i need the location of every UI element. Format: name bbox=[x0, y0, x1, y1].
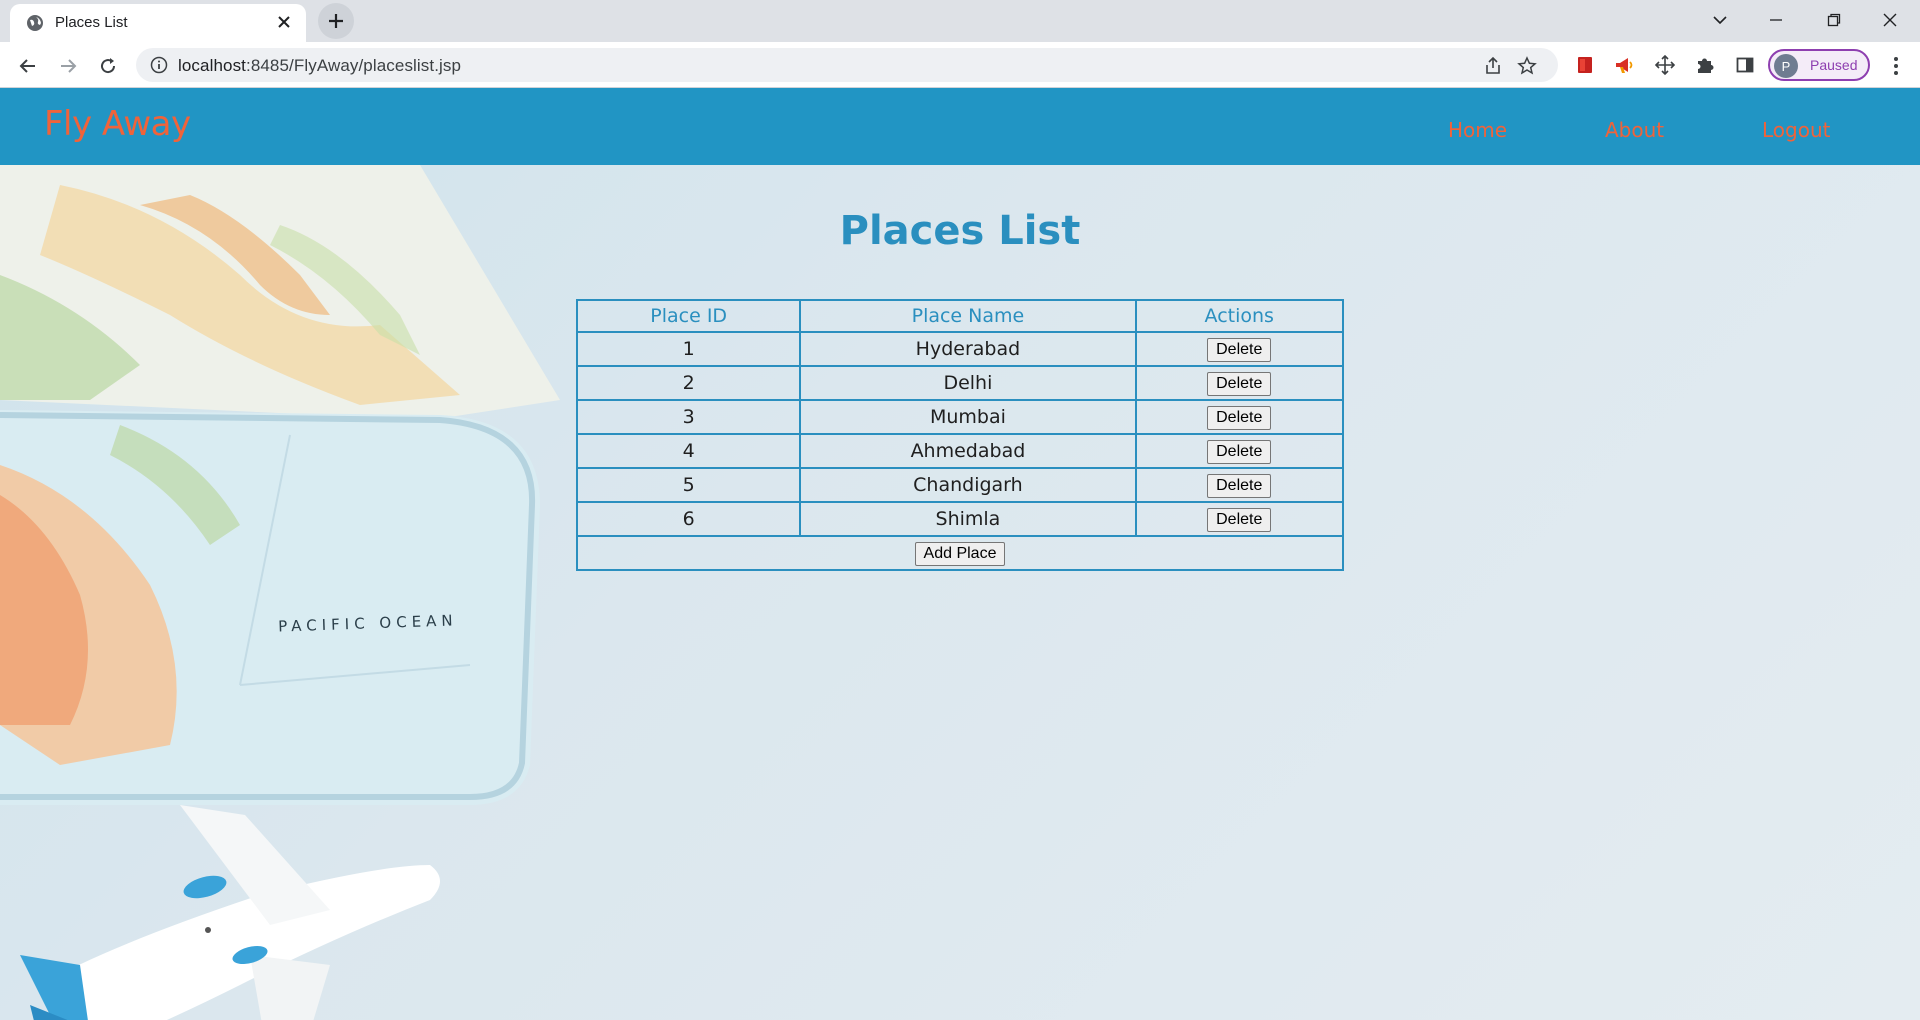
nav-home-link[interactable]: Home bbox=[1448, 118, 1507, 142]
share-button[interactable] bbox=[1482, 55, 1504, 77]
table-row: 1 Hyderabad Delete bbox=[575, 331, 1344, 367]
page-title: Places List bbox=[839, 208, 1081, 254]
new-tab-button[interactable] bbox=[318, 3, 354, 39]
arrow-left-icon bbox=[19, 59, 35, 73]
place-id-cell: 2 bbox=[575, 365, 802, 401]
column-header-place-name: Place Name bbox=[799, 299, 1137, 333]
place-id-cell: 4 bbox=[575, 433, 802, 469]
tab-title: Places List bbox=[55, 14, 128, 31]
actions-cell: Delete bbox=[1134, 501, 1344, 537]
column-header-actions: Actions bbox=[1134, 299, 1344, 333]
minimize-icon bbox=[1770, 19, 1782, 21]
actions-cell: Delete bbox=[1134, 399, 1344, 435]
actions-cell: Delete bbox=[1134, 331, 1344, 367]
address-bar[interactable]: localhost:8485/FlyAway/placeslist.jsp bbox=[136, 48, 1558, 82]
url-host: localhost bbox=[178, 56, 246, 75]
table-row: 4 Ahmedabad Delete bbox=[575, 433, 1344, 469]
places-table: Place ID Place Name Actions 1 Hyderabad … bbox=[575, 299, 1344, 571]
column-header-place-id: Place ID bbox=[575, 299, 802, 333]
place-id-cell: 3 bbox=[575, 399, 802, 435]
table-row: 5 Chandigarh Delete bbox=[575, 467, 1344, 503]
nav-about-link[interactable]: About bbox=[1605, 118, 1664, 142]
place-name-cell: Delhi bbox=[799, 365, 1137, 401]
site-header: Fly Away Home About Logout bbox=[0, 88, 1920, 165]
delete-button[interactable]: Delete bbox=[1207, 439, 1272, 464]
restore-icon bbox=[1827, 13, 1841, 27]
table-row: 6 Shimla Delete bbox=[575, 501, 1344, 537]
star-icon bbox=[1517, 56, 1537, 75]
close-tab-icon[interactable] bbox=[274, 12, 294, 32]
restore-button[interactable] bbox=[1806, 0, 1862, 40]
table-header-row: Place ID Place Name Actions bbox=[575, 299, 1344, 333]
table-footer-row: Add Place bbox=[576, 535, 1344, 571]
forward-button[interactable] bbox=[52, 50, 84, 82]
side-panel-button[interactable] bbox=[1734, 54, 1756, 76]
place-id-cell: 1 bbox=[575, 331, 802, 367]
extension-move-button[interactable] bbox=[1654, 54, 1676, 76]
delete-button[interactable]: Delete bbox=[1207, 371, 1272, 396]
url-path: :8485/FlyAway/placeslist.jsp bbox=[246, 56, 462, 75]
toy-airplane bbox=[20, 805, 440, 1020]
place-id-cell: 5 bbox=[575, 467, 802, 503]
bookmark-button[interactable] bbox=[1516, 55, 1538, 77]
place-name-cell: Hyderabad bbox=[799, 331, 1137, 367]
place-name-cell: Chandigarh bbox=[799, 467, 1137, 503]
reload-icon bbox=[101, 58, 116, 74]
puzzle-icon bbox=[1698, 58, 1714, 73]
browser-tabstrip: Places List bbox=[0, 0, 1920, 42]
info-icon[interactable] bbox=[150, 56, 168, 74]
reload-button[interactable] bbox=[92, 50, 124, 82]
move-icon bbox=[1654, 54, 1676, 76]
actions-cell: Delete bbox=[1134, 433, 1344, 469]
table-row: 3 Mumbai Delete bbox=[575, 399, 1344, 435]
url-text[interactable]: localhost:8485/FlyAway/placeslist.jsp bbox=[178, 56, 461, 76]
actions-cell: Delete bbox=[1134, 467, 1344, 503]
map-airplane-background-image: PACIFIC OCEAN bbox=[0, 165, 560, 1020]
delete-button[interactable]: Delete bbox=[1207, 405, 1272, 430]
minimize-button[interactable] bbox=[1748, 0, 1804, 40]
profile-button[interactable]: P Paused bbox=[1768, 49, 1870, 81]
extensions-button[interactable] bbox=[1694, 54, 1716, 76]
browser-toolbar: localhost:8485/FlyAway/placeslist.jsp P … bbox=[0, 42, 1920, 88]
side-panel-icon bbox=[1736, 57, 1754, 73]
brand-logo[interactable]: Fly Away bbox=[44, 104, 191, 144]
browser-tab[interactable]: Places List bbox=[10, 4, 306, 42]
share-icon bbox=[1486, 56, 1500, 74]
arrow-right-icon bbox=[61, 59, 77, 73]
extension-red-button[interactable] bbox=[1574, 54, 1596, 76]
delete-button[interactable]: Delete bbox=[1207, 337, 1272, 362]
back-button[interactable] bbox=[12, 50, 44, 82]
add-place-button[interactable]: Add Place bbox=[914, 541, 1006, 566]
delete-button[interactable]: Delete bbox=[1207, 473, 1272, 498]
place-name-cell: Shimla bbox=[799, 501, 1137, 537]
nav-logout-link[interactable]: Logout bbox=[1762, 118, 1830, 142]
plus-icon bbox=[329, 14, 343, 28]
delete-button[interactable]: Delete bbox=[1207, 507, 1272, 532]
avatar: P bbox=[1774, 54, 1798, 78]
close-window-button[interactable] bbox=[1862, 0, 1918, 40]
place-name-cell: Ahmedabad bbox=[799, 433, 1137, 469]
globe-icon bbox=[27, 15, 43, 31]
add-place-cell: Add Place bbox=[576, 535, 1344, 571]
extension-megaphone-button[interactable] bbox=[1614, 54, 1636, 76]
page-viewport: PACIFIC OCEAN Fly Away Home About Logout… bbox=[0, 88, 1920, 1020]
actions-cell: Delete bbox=[1134, 365, 1344, 401]
more-vert-icon[interactable] bbox=[1884, 54, 1908, 78]
table-row: 2 Delhi Delete bbox=[575, 365, 1344, 401]
profile-status: Paused bbox=[1810, 57, 1858, 73]
place-name-cell: Mumbai bbox=[799, 399, 1137, 435]
place-id-cell: 6 bbox=[575, 501, 802, 537]
megaphone-icon bbox=[1616, 58, 1633, 73]
close-icon bbox=[1883, 13, 1897, 27]
book-extension-icon bbox=[1578, 57, 1592, 73]
tab-search-button[interactable] bbox=[1692, 0, 1748, 40]
chevron-down-icon bbox=[1713, 16, 1727, 25]
